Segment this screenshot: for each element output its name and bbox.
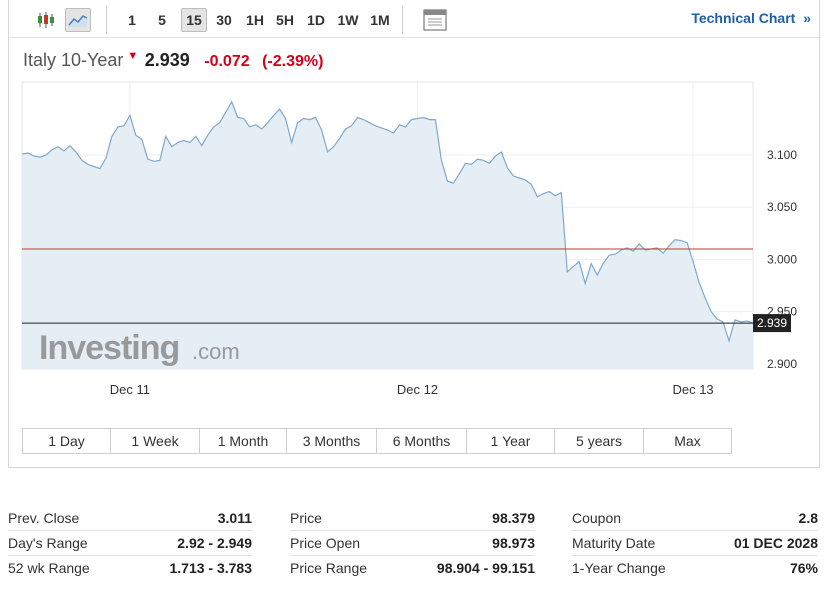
toolbar-divider xyxy=(106,6,107,34)
stat-value: 01 DEC 2028 xyxy=(733,535,818,551)
stat-value: 76% xyxy=(789,560,818,576)
calendar-grid-icon[interactable] xyxy=(422,8,448,32)
interval-button-1d[interactable]: 1D xyxy=(305,8,327,32)
stat-row: Maturity Date 01 DEC 2028 xyxy=(572,531,818,556)
stats-column: Coupon 2.8 Maturity Date 01 DEC 2028 1-Year … xyxy=(572,506,818,581)
stat-label: Price xyxy=(290,510,322,526)
stat-value: 1.713 - 3.783 xyxy=(169,560,252,576)
interval-button-1h[interactable]: 1H xyxy=(244,8,266,32)
interval-button-5h[interactable]: 5H xyxy=(274,8,296,32)
toolbar-divider xyxy=(402,6,403,34)
y-tick-label: 3.000 xyxy=(767,252,797,266)
last-price: 2.939 xyxy=(144,50,190,70)
current-price-label: 2.939 xyxy=(757,316,787,330)
stat-row: 52 wk Range 1.713 - 3.783 xyxy=(8,556,252,581)
range-button-3-months[interactable]: 3 Months xyxy=(287,428,377,454)
stat-label: Prev. Close xyxy=(8,510,80,526)
instrument-name: Italy 10-Year xyxy=(23,50,124,70)
stat-value: 98.379 xyxy=(492,510,535,526)
range-button-1-month[interactable]: 1 Month xyxy=(200,428,287,454)
interval-button-1w[interactable]: 1W xyxy=(335,8,361,32)
stat-label: 52 wk Range xyxy=(8,560,90,576)
range-button-1-week[interactable]: 1 Week xyxy=(111,428,200,454)
range-button-6-months[interactable]: 6 Months xyxy=(377,428,467,454)
stat-row: Coupon 2.8 xyxy=(572,506,818,531)
price-change-percent: (-2.39%) xyxy=(262,53,324,70)
x-tick-label: Dec 13 xyxy=(672,382,713,397)
y-tick-label: 3.050 xyxy=(767,200,797,214)
price-change: -0.072 xyxy=(204,53,250,70)
technical-chart-link[interactable]: Technical Chart » xyxy=(691,10,811,26)
stat-row: Price Range 98.904 - 99.151 xyxy=(290,556,535,581)
interval-button-5[interactable]: 5 xyxy=(155,8,169,32)
y-tick-label: 2.900 xyxy=(767,357,797,371)
stat-label: Price Open xyxy=(290,535,361,551)
interval-button-15[interactable]: 15 xyxy=(181,8,207,32)
technical-chart-label: Technical Chart xyxy=(691,10,796,26)
interval-button-1m[interactable]: 1M xyxy=(367,8,393,32)
stat-value: 2.8 xyxy=(798,510,818,526)
stat-label: Price Range xyxy=(290,560,368,576)
price-chart[interactable]: 2.9002.9503.0003.0503.100Dec 11 Dec 12 Dec… xyxy=(9,76,821,416)
time-range-bar: 1 Day 1 Week 1 Month 3 Months 6 Months 1 Year… xyxy=(22,428,732,454)
stats-column: Price 98.379 Price Open 98.973 Price Range 98… xyxy=(290,506,535,581)
range-button-max[interactable]: Max xyxy=(644,428,732,454)
range-button-1-year[interactable]: 1 Year xyxy=(467,428,555,454)
stat-label: Maturity Date xyxy=(572,535,656,551)
range-button-1-day[interactable]: 1 Day xyxy=(22,428,111,454)
interval-button-1[interactable]: 1 xyxy=(125,8,139,32)
double-chevron-right-icon: » xyxy=(803,10,811,26)
y-tick-label: 3.100 xyxy=(767,148,797,162)
watermark-suffix: .com xyxy=(192,339,240,364)
stat-label: 1-Year Change xyxy=(572,560,666,576)
chart-toolbar: 1 5 15 30 1H 5H 1D 1W 1M Technical Chart » xyxy=(9,0,821,38)
stat-label: Day's Range xyxy=(8,535,88,551)
range-button-5-years[interactable]: 5 years xyxy=(555,428,644,454)
down-arrow-icon: ▼ xyxy=(127,50,139,62)
stat-value: 2.92 - 2.949 xyxy=(177,535,252,551)
x-tick-label: Dec 11 xyxy=(110,382,150,397)
stat-row: Price 98.379 xyxy=(290,506,535,531)
interval-button-30[interactable]: 30 xyxy=(214,8,234,32)
stat-value: 98.973 xyxy=(492,535,535,551)
x-tick-label: Dec 12 xyxy=(397,382,438,397)
stat-row: Day's Range 2.92 - 2.949 xyxy=(8,531,252,556)
watermark-brand: Investing xyxy=(39,329,179,367)
stat-value: 3.011 xyxy=(217,510,252,526)
quote-header: Italy 10-Year ▼ 2.939 -0.072 (-2.39%) xyxy=(23,50,323,74)
chart-widget: 1 5 15 30 1H 5H 1D 1W 1M Technical Chart » Italy… xyxy=(8,0,821,468)
stat-row: Prev. Close 3.011 xyxy=(8,506,252,531)
area-chart-icon[interactable] xyxy=(65,8,91,32)
stat-value: 98.904 - 99.151 xyxy=(436,560,535,576)
stat-label: Coupon xyxy=(572,510,622,526)
stat-row: Price Open 98.973 xyxy=(290,531,535,556)
stat-row: 1-Year Change 76% xyxy=(572,556,818,581)
candlestick-icon[interactable] xyxy=(33,8,59,32)
stats-column: Prev. Close 3.011 Day's Range 2.92 - 2.949 5… xyxy=(8,506,252,581)
